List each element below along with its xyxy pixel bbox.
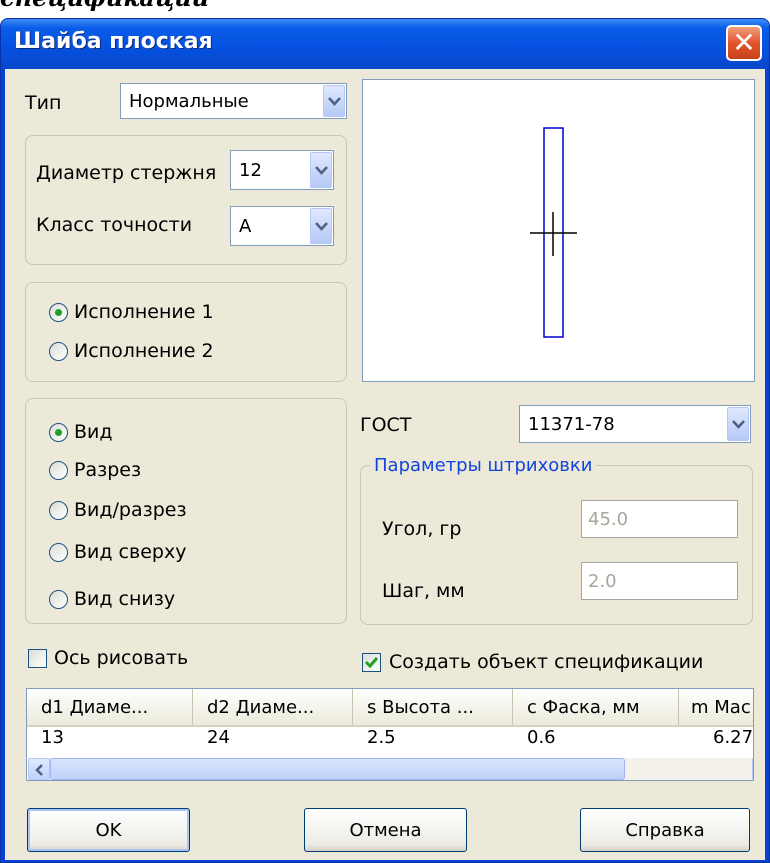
chevron-down-icon[interactable]	[310, 208, 332, 244]
table-cell[interactable]: 24	[193, 727, 353, 747]
column-header-s[interactable]: s Высота ...	[353, 689, 513, 725]
radio-section[interactable]	[49, 461, 68, 480]
gost-label: ГОСТ	[360, 414, 412, 436]
table-header: d1 Диаме... d2 Диаме... s Высота ... c Ф…	[27, 689, 753, 727]
close-button[interactable]: ✕	[726, 25, 762, 61]
radio-bottom-view-label[interactable]: Вид снизу	[74, 588, 175, 610]
washer-preview-drawing	[530, 127, 577, 338]
create-spec-label[interactable]: Создать объект спецификации	[389, 651, 703, 673]
column-header-d2[interactable]: d2 Диаме...	[193, 689, 353, 725]
type-combo-value: Нормальные	[129, 90, 249, 112]
scroll-thumb[interactable]	[50, 758, 625, 780]
accuracy-label: Класс точности	[36, 214, 193, 236]
accuracy-combo-value: A	[239, 215, 252, 237]
preview-panel	[362, 79, 755, 382]
step-label: Шаг, мм	[382, 580, 465, 602]
cut-heading: спецификации	[0, 0, 209, 12]
column-header-m[interactable]: m Мас	[679, 689, 753, 725]
column-header-c[interactable]: c Фаска, мм	[513, 689, 679, 725]
draw-axis-checkbox[interactable]	[28, 649, 47, 668]
parameters-table[interactable]: d1 Диаме... d2 Диаме... s Высота ... c Ф…	[26, 688, 754, 781]
chevron-down-icon[interactable]	[310, 152, 332, 188]
diameter-label: Диаметр стержня	[36, 162, 217, 184]
radio-execution-2-label[interactable]: Исполнение 2	[74, 340, 214, 362]
radio-view-label[interactable]: Вид	[74, 421, 113, 443]
draw-axis-label[interactable]: Ось рисовать	[54, 647, 188, 669]
ok-button[interactable]: OK	[27, 808, 190, 852]
table-cell[interactable]: 0.6	[513, 727, 679, 747]
step-field[interactable]: 2.0	[581, 562, 738, 600]
gost-combo[interactable]: 11371-78	[519, 405, 751, 443]
radio-execution-1-label[interactable]: Исполнение 1	[74, 301, 214, 323]
chevron-down-icon[interactable]	[323, 85, 345, 117]
horizontal-scrollbar[interactable]	[28, 758, 753, 780]
chevron-down-icon[interactable]	[727, 407, 749, 441]
radio-top-view[interactable]	[49, 543, 68, 562]
angle-field[interactable]: 45.0	[581, 500, 738, 538]
table-cell[interactable]: 13	[27, 727, 193, 747]
cancel-button[interactable]: Отмена	[304, 808, 467, 852]
diameter-combo[interactable]: 12	[230, 150, 334, 190]
radio-selected-dot	[55, 309, 62, 316]
accuracy-combo[interactable]: A	[230, 206, 334, 246]
radio-execution-2[interactable]	[49, 342, 68, 361]
radio-section-label[interactable]: Разрез	[74, 459, 141, 481]
type-label: Тип	[25, 92, 62, 114]
table-cell[interactable]: 2.5	[353, 727, 513, 747]
step-value: 2.0	[588, 570, 617, 592]
gost-combo-value: 11371-78	[528, 413, 615, 435]
radio-view[interactable]	[49, 423, 68, 442]
scroll-right-icon[interactable]	[752, 758, 753, 780]
help-button[interactable]: Справка	[580, 808, 750, 852]
angle-value: 45.0	[588, 508, 629, 530]
diameter-combo-value: 12	[239, 159, 262, 181]
table-cell[interactable]: 6.27	[679, 727, 753, 747]
window-title: Шайба плоская	[14, 29, 213, 54]
checkmark-icon	[364, 657, 379, 669]
ok-button-label: OK	[95, 819, 122, 841]
radio-top-view-label[interactable]: Вид сверху	[74, 541, 186, 563]
cancel-button-label: Отмена	[349, 819, 422, 841]
scroll-left-icon[interactable]	[28, 758, 50, 780]
close-icon: ✕	[732, 26, 756, 59]
radio-selected-dot	[55, 429, 62, 436]
help-button-label: Справка	[625, 819, 705, 841]
hatch-group-title: Параметры штриховки	[370, 455, 597, 476]
column-header-d1[interactable]: d1 Диаме...	[27, 689, 193, 725]
radio-view-section[interactable]	[49, 501, 68, 520]
create-spec-checkbox[interactable]	[362, 653, 381, 672]
radio-view-section-label[interactable]: Вид/разрез	[74, 499, 187, 521]
angle-label: Угол, гр	[382, 518, 462, 540]
radio-bottom-view[interactable]	[49, 590, 68, 609]
type-combo[interactable]: Нормальные	[120, 83, 347, 119]
execution-groupbox	[25, 282, 347, 382]
radio-execution-1[interactable]	[49, 303, 68, 322]
